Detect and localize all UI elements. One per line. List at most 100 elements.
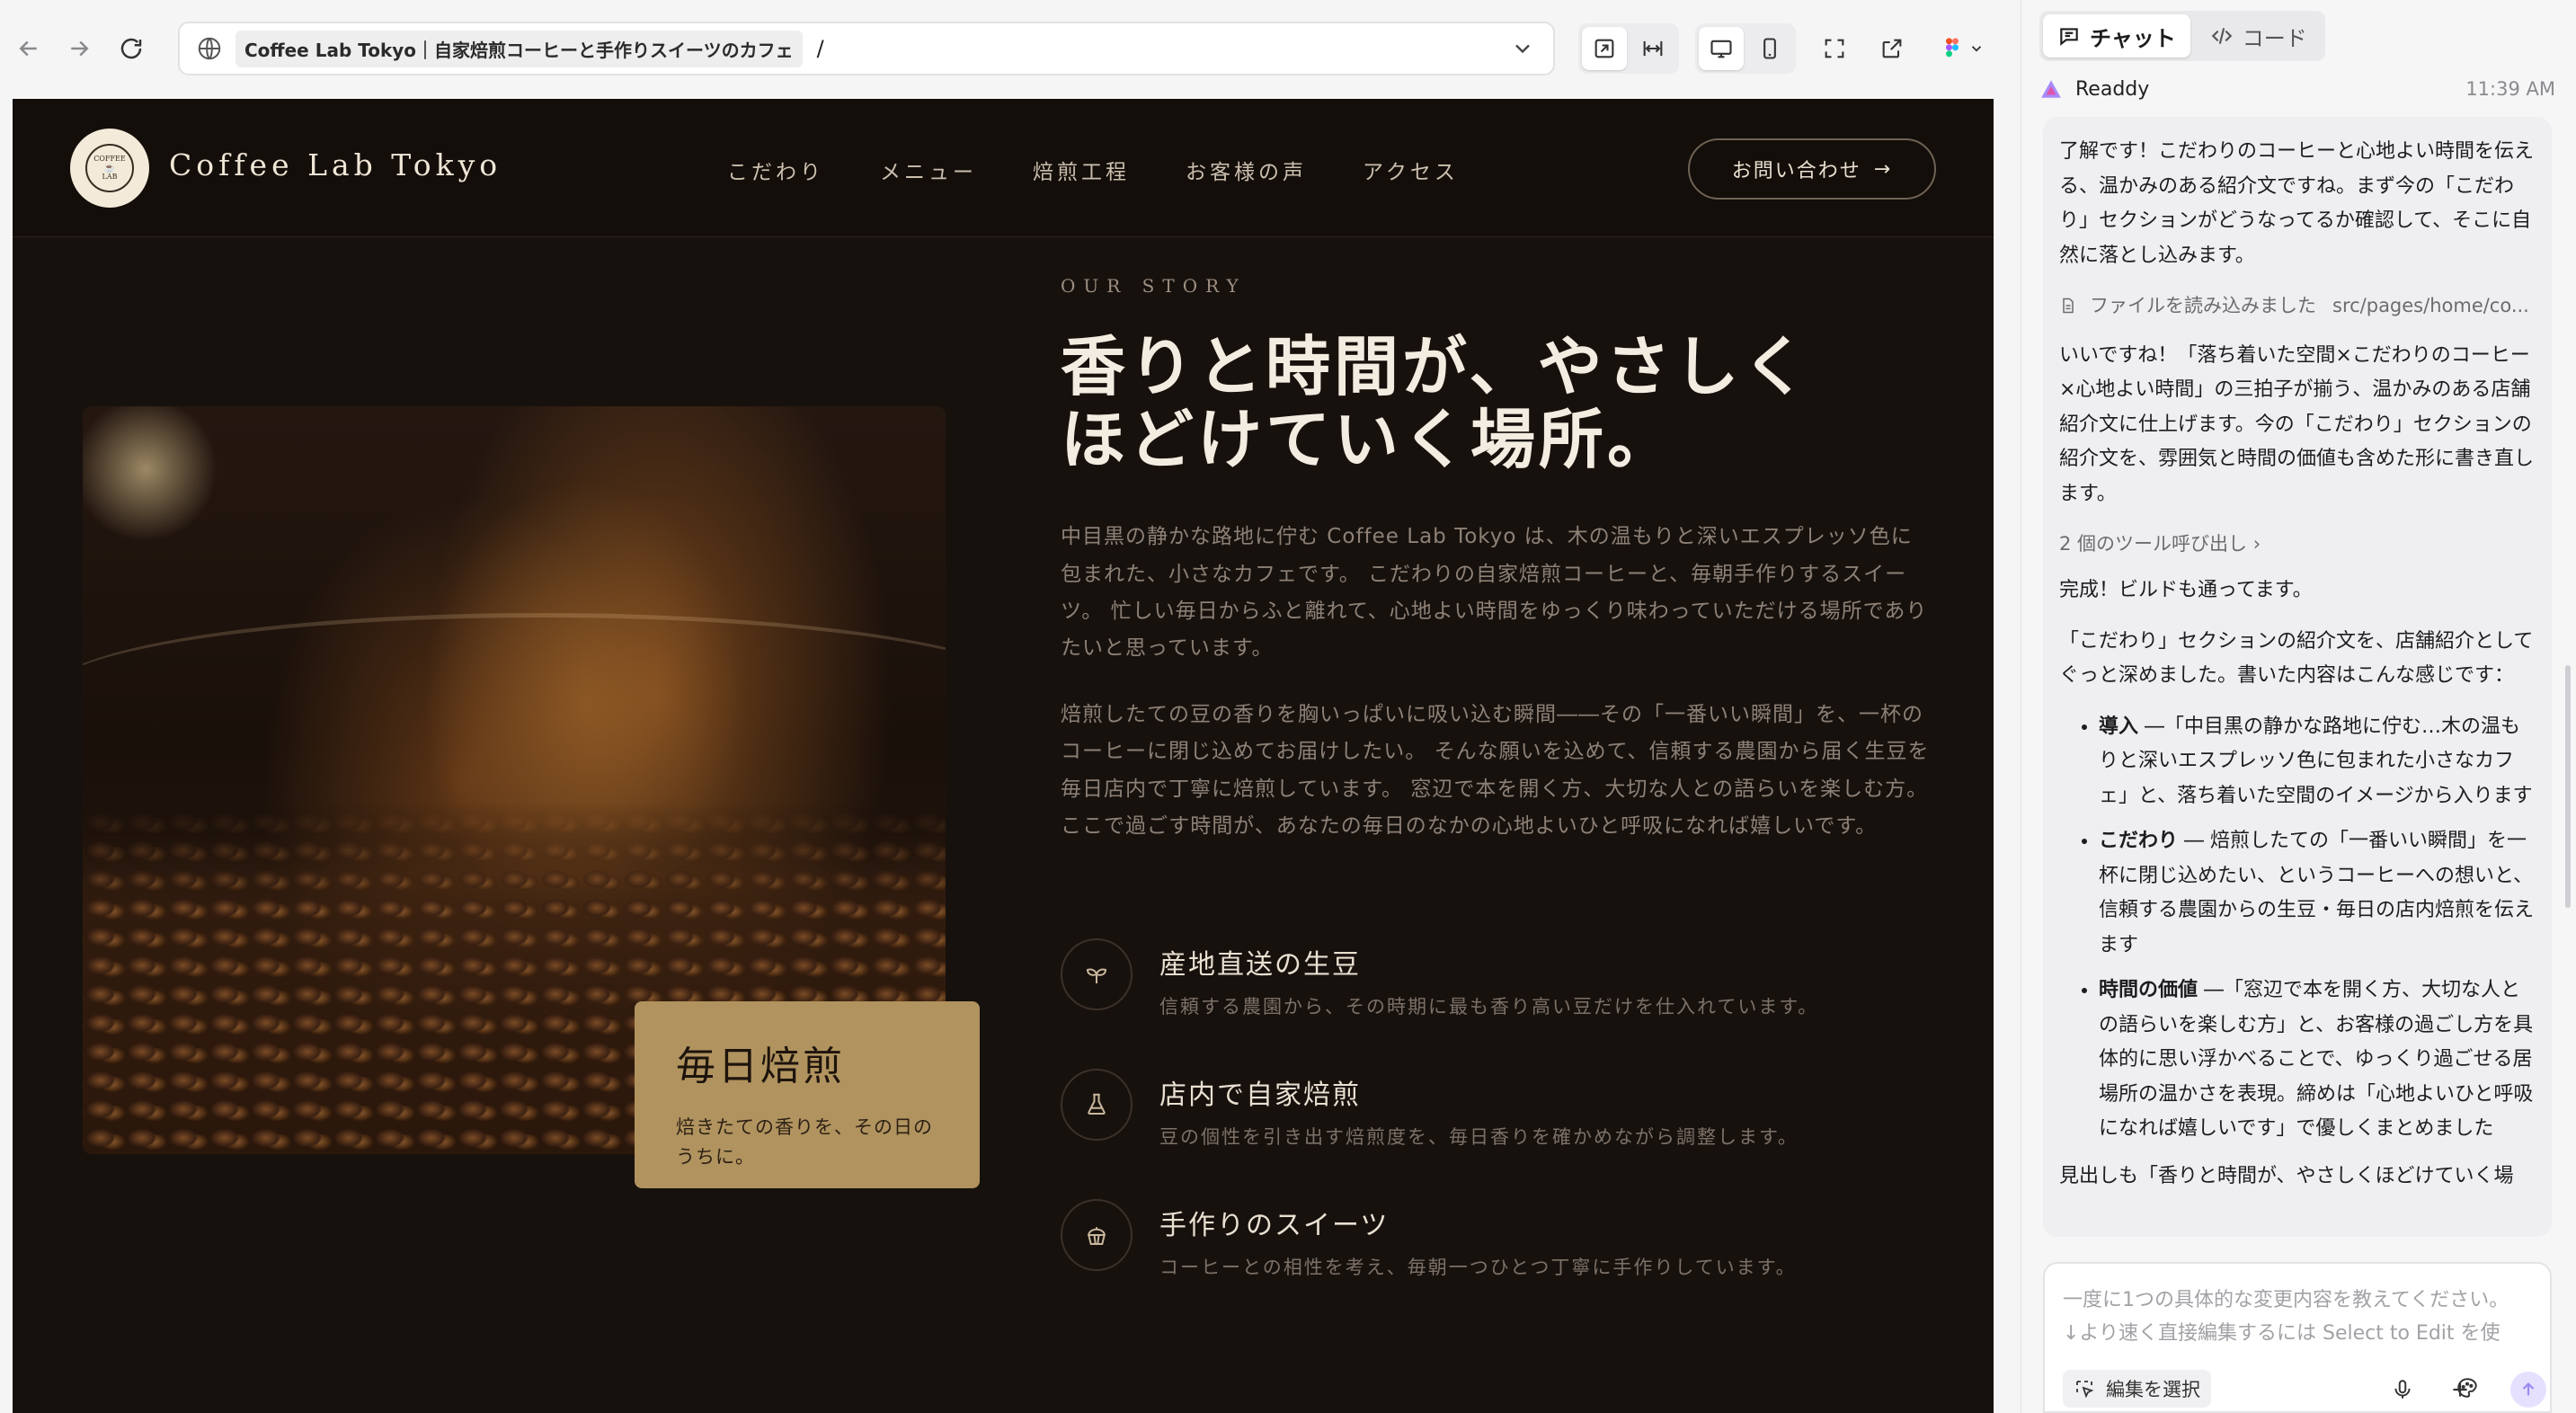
nav-item-reviews[interactable]: お客様の声 <box>1186 155 1307 185</box>
summary-list: 導入 ―「中目黒の静かな路地に佇む…木の温もりと深いエスプレッソ色に包まれた小さ… <box>2059 710 2536 1147</box>
placeholder-line-2: ↓より速く直接編集するには Select to Edit を使 <box>2063 1322 2500 1346</box>
external-link-icon <box>1882 39 1902 58</box>
panel-tabs: チャット コード <box>2039 11 2325 61</box>
expand-icon <box>1594 39 1614 58</box>
select-to-edit-button[interactable]: 編集を選択 <box>2063 1370 2211 1408</box>
page-title-pill: Coffee Lab Tokyo｜自家焙煎コーヒーと手作りスイーツのカフェ <box>235 30 803 67</box>
open-external-button[interactable] <box>1870 27 1914 70</box>
logo-text-bottom: LAB <box>102 172 118 181</box>
steam-haze <box>83 613 946 775</box>
chevron-down-icon <box>1971 46 1982 52</box>
fit-screen-button[interactable] <box>1582 27 1627 70</box>
mobile-view-button[interactable] <box>1747 27 1792 70</box>
tab-code[interactable]: コード <box>2196 14 2322 58</box>
tab-code-label: コード <box>2242 25 2307 51</box>
feature-title: 産地直送の生豆 <box>1159 949 1361 981</box>
contact-button[interactable]: お問い合わせ → <box>1688 138 1936 200</box>
arrow-left-icon <box>19 40 37 57</box>
list-item-text: ―「窓辺で本を開く方、大切な人との語らいを楽しむ方」と、お客様の過ごし方を具体的… <box>2099 979 2534 1140</box>
site-nav: こだわり メニュー 焙煎工程 お客様の声 アクセス <box>727 155 1515 185</box>
assistant-panel: チャット コード Readdy 11:39 AM 了解です！こだわりのコーヒーと… <box>2021 0 2576 1413</box>
message-author: Readdy <box>2075 77 2150 101</box>
file-read-path: src/pages/home/co... <box>2332 295 2529 316</box>
list-item-text: ―「中目黒の静かな路地に佇む…木の温もりと深いエスプレッソ色に包まれた小さなカフ… <box>2099 715 2533 807</box>
list-item: 導入 ―「中目黒の静かな路地に佇む…木の温もりと深いエスプレッソ色に包まれた小さ… <box>2099 710 2536 814</box>
nav-item-kodawari[interactable]: こだわり <box>727 155 824 185</box>
fullscreen-icon <box>1825 39 1844 58</box>
forward-button[interactable] <box>61 31 97 67</box>
desktop-icon <box>1710 40 1732 58</box>
readdy-logo-icon <box>2041 80 2061 98</box>
mobile-icon <box>1763 38 1776 59</box>
back-button[interactable] <box>11 31 47 67</box>
site-logo[interactable]: COFFEE ☕ LAB <box>70 129 149 208</box>
chat-icon <box>2060 28 2078 46</box>
panel-scrollbar[interactable] <box>2565 665 2571 908</box>
chevron-down-icon[interactable] <box>1510 36 1535 61</box>
badge-subtitle: 焙きたての香りを、その日のうちに。 <box>676 1116 933 1168</box>
list-item-head: こだわり <box>2099 830 2179 852</box>
placeholder-line-1: 一度に1つの具体的な変更内容を教えてください。 <box>2063 1289 2509 1311</box>
list-item-head: 導入 <box>2099 715 2139 738</box>
cup-icon: ☕ <box>103 163 116 173</box>
message-paragraph: 「こだわり」セクションの紹介文を、店舗紹介としてぐっと深めました。書いた内容はこ… <box>2059 629 2534 688</box>
tab-chat-label: チャット <box>2090 25 2176 51</box>
select-cursor-icon <box>2076 1381 2094 1399</box>
desktop-view-button[interactable] <box>1699 27 1744 70</box>
fit-toggle-group <box>1578 23 1679 74</box>
file-icon <box>2063 298 2074 314</box>
palette-button[interactable] <box>2453 1373 2482 1402</box>
microphone-icon <box>2394 1380 2411 1399</box>
section-headline: 香りと時間が、やさしく ほどけていく場所。 <box>1061 330 1932 477</box>
feature-item: 手作りのスイーツ コーヒーとの相性を考え、毎朝一つひとつ丁寧に手作りしています。 <box>1061 1199 1932 1329</box>
contact-button-label: お問い合わせ <box>1731 160 1861 182</box>
reload-icon <box>120 38 142 59</box>
figma-menu-button[interactable] <box>1931 27 1994 70</box>
nav-item-roasting[interactable]: 焙煎工程 <box>1033 155 1130 185</box>
list-item: 時間の価値 ―「窓辺で本を開く方、大切な人との語らいを楽しむ方」と、お客様の過ご… <box>2099 973 2536 1147</box>
story-paragraph-2: 焙煎したての豆の香りを胸いっぱいに吸い込む瞬間――その「一番いい瞬間」を、一杯の… <box>1061 702 1930 838</box>
tab-chat[interactable]: チャット <box>2043 14 2190 58</box>
nav-item-access[interactable]: アクセス <box>1363 155 1459 185</box>
list-item-head: 時間の価値 <box>2099 979 2198 1001</box>
section-eyebrow: OUR STORY <box>1061 275 1247 297</box>
width-icon <box>1643 40 1663 57</box>
feature-desc: 信頼する農園から、その時期に最も香り高い豆だけを仕入れています。 <box>1159 996 1819 1018</box>
sprout-icon <box>1061 938 1133 1010</box>
site-header: COFFEE ☕ LAB Coffee Lab Tokyo こだわり メニュー … <box>13 99 1994 237</box>
message-header: Readdy 11:39 AM <box>2039 74 2555 104</box>
file-read-label: ファイルを読み込みました <box>2090 295 2316 316</box>
site-preview: COFFEE ☕ LAB Coffee Lab Tokyo こだわり メニュー … <box>13 99 1994 1413</box>
message-paragraph: 完成！ビルドも通ってます。 <box>2059 579 2313 601</box>
send-button[interactable] <box>2510 1372 2546 1408</box>
file-read-indicator[interactable]: ファイルを読み込みました src/pages/home/co... <box>2059 289 2536 323</box>
message-paragraph: 了解です！こだわりのコーヒーと心地よい時間を伝える、温かみのある紹介文ですね。ま… <box>2059 140 2535 267</box>
message-paragraph: 見出しも「香りと時間が、やさしくほどけていく場 <box>2059 1164 2514 1187</box>
feature-title: 手作りのスイーツ <box>1159 1210 1390 1241</box>
feature-title: 店内で自家焙煎 <box>1159 1080 1361 1111</box>
story-paragraph-1: 中目黒の静かな路地に佇む Coffee Lab Tokyo は、木の温もりと深い… <box>1061 525 1928 661</box>
headline-line-2: ほどけていく場所。 <box>1061 400 1676 477</box>
logo-text-top: COFFEE <box>93 154 126 163</box>
reload-button[interactable] <box>113 31 149 67</box>
browser-toolbar: Coffee Lab Tokyo｜自家焙煎コーヒーと手作りスイーツのカフェ / <box>0 0 2013 99</box>
arrow-up-icon <box>2522 1382 2535 1396</box>
feature-desc: 豆の個性を引き出す焙煎度を、毎日香りを確かめながら調整します。 <box>1159 1126 1799 1148</box>
palette-icon <box>2457 1378 2477 1398</box>
nav-item-menu[interactable]: メニュー <box>880 155 977 185</box>
tool-calls-toggle[interactable]: 2 個のツール呼び出し › <box>2059 528 2536 561</box>
fit-width-button[interactable] <box>1630 27 1675 70</box>
microphone-button[interactable] <box>2388 1375 2417 1404</box>
tool-calls-label: 2 個のツール呼び出し <box>2059 533 2248 555</box>
feature-item: 産地直送の生豆 信頼する農園から、その時期に最も香り高い豆だけを仕入れています。 <box>1061 938 1932 1069</box>
address-bar[interactable]: Coffee Lab Tokyo｜自家焙煎コーヒーと手作りスイーツのカフェ / <box>178 22 1555 76</box>
url-path: / <box>816 36 824 61</box>
daily-roast-badge: 毎日焙煎 焙きたての香りを、その日のうちに。 <box>635 1001 980 1188</box>
brand-name[interactable]: Coffee Lab Tokyo <box>169 147 502 182</box>
arrow-right-icon: → <box>1873 157 1893 181</box>
message-paragraph: いいですね！「落ち着いた空間×こだわりのコーヒー×心地よい時間」の三拍子が揃う、… <box>2059 343 2535 505</box>
story-section: OUR STORY 香りと時間が、やさしく ほどけていく場所。 中目黒の静かな路… <box>1061 275 1932 845</box>
message-body: 了解です！こだわりのコーヒーと心地よい時間を伝える、温かみのある紹介文ですね。ま… <box>2043 117 2552 1237</box>
composer-placeholder: 一度に1つの具体的な変更内容を教えてください。 ↓より速く直接編集するには Se… <box>2063 1284 2539 1351</box>
fullscreen-button[interactable] <box>1812 27 1857 70</box>
